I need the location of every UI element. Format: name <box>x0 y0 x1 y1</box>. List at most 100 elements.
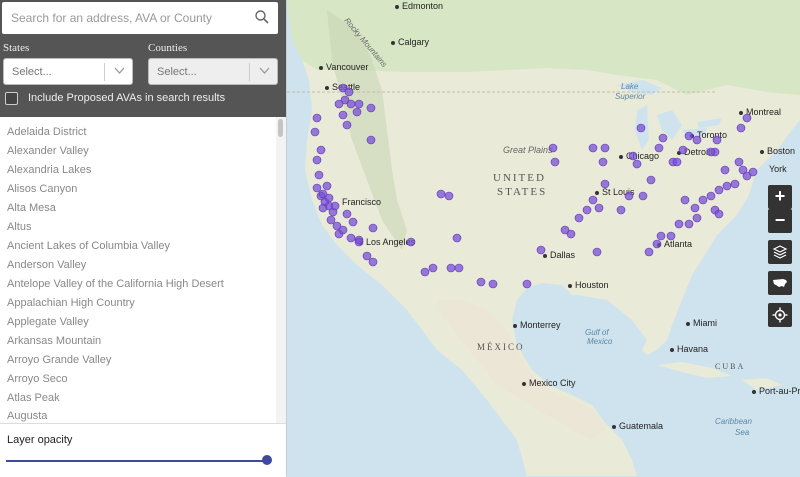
list-item[interactable]: Arroyo Grande Valley <box>7 354 111 366</box>
ava-point-marker[interactable] <box>644 247 654 257</box>
ava-point-marker[interactable] <box>680 195 690 205</box>
ava-point-marker[interactable] <box>452 233 462 243</box>
ava-point-marker[interactable] <box>548 143 558 153</box>
states-select[interactable]: Select... <box>3 58 133 85</box>
ava-point-marker[interactable] <box>352 107 362 117</box>
ava-point-marker[interactable] <box>362 251 372 261</box>
ava-point-marker[interactable] <box>616 205 626 215</box>
ava-point-marker[interactable] <box>722 181 732 191</box>
ava-point-marker[interactable] <box>488 279 498 289</box>
ava-point-marker[interactable] <box>318 203 328 213</box>
ava-point-marker[interactable] <box>588 195 598 205</box>
ava-point-marker[interactable] <box>354 237 364 247</box>
ava-point-marker[interactable] <box>574 213 584 223</box>
ava-point-marker[interactable] <box>312 113 322 123</box>
ava-point-marker[interactable] <box>550 157 560 167</box>
ava-point-marker[interactable] <box>600 143 610 153</box>
ava-point-marker[interactable] <box>706 191 716 201</box>
list-item[interactable]: Applegate Valley <box>7 316 89 328</box>
ava-point-marker[interactable] <box>712 135 722 145</box>
ava-point-marker[interactable] <box>736 123 746 133</box>
ava-point-marker[interactable] <box>312 155 322 165</box>
ava-point-marker[interactable] <box>348 217 358 227</box>
ava-point-marker[interactable] <box>698 195 708 205</box>
ava-point-marker[interactable] <box>706 147 716 157</box>
ava-point-marker[interactable] <box>624 191 634 201</box>
ava-point-marker[interactable] <box>354 99 364 109</box>
zoom-in-button[interactable]: + <box>768 185 792 209</box>
search-input[interactable]: Search for an address, AVA or County <box>2 2 278 34</box>
ava-point-marker[interactable] <box>692 135 702 145</box>
ava-point-marker[interactable] <box>522 279 532 289</box>
ava-point-marker[interactable] <box>316 145 326 155</box>
ava-point-marker[interactable] <box>742 113 752 123</box>
ava-point-marker[interactable] <box>646 175 656 185</box>
ava-point-marker[interactable] <box>666 231 676 241</box>
ava-point-marker[interactable] <box>582 205 592 215</box>
ava-point-marker[interactable] <box>560 225 570 235</box>
ava-point-marker[interactable] <box>720 165 730 175</box>
ava-point-marker[interactable] <box>658 133 668 143</box>
ava-point-marker[interactable] <box>342 209 352 219</box>
ava-point-marker[interactable] <box>454 263 464 273</box>
list-item[interactable]: Arkansas Mountain <box>7 335 101 347</box>
ava-point-marker[interactable] <box>312 183 322 193</box>
ava-point-marker[interactable] <box>420 267 430 277</box>
ava-point-marker[interactable] <box>346 233 356 243</box>
list-item[interactable]: Alisos Canyon <box>7 183 77 195</box>
ava-point-marker[interactable] <box>652 239 662 249</box>
list-item[interactable]: Alta Mesa <box>7 202 56 214</box>
ava-point-marker[interactable] <box>322 181 332 191</box>
ava-point-marker[interactable] <box>444 191 454 201</box>
ava-point-marker[interactable] <box>406 237 416 247</box>
ava-point-marker[interactable] <box>436 189 446 199</box>
ava-point-marker[interactable] <box>342 120 352 130</box>
ava-point-marker[interactable] <box>346 99 356 109</box>
opacity-slider[interactable] <box>6 460 268 462</box>
locate-button[interactable] <box>768 303 792 327</box>
list-item[interactable]: Antelope Valley of the California High D… <box>7 278 224 290</box>
zoom-out-button[interactable]: − <box>768 209 792 233</box>
ava-point-marker[interactable] <box>636 123 646 133</box>
ava-point-marker[interactable] <box>598 157 608 167</box>
ava-point-marker[interactable] <box>338 225 348 235</box>
ava-point-marker[interactable] <box>366 135 376 145</box>
ava-point-marker[interactable] <box>330 201 340 211</box>
ava-point-marker[interactable] <box>714 185 724 195</box>
list-item[interactable]: Appalachian High Country <box>7 297 135 309</box>
ava-point-marker[interactable] <box>692 213 702 223</box>
ava-point-marker[interactable] <box>338 110 348 120</box>
map[interactable]: Edmonton Calgary Vancouver Seattle Rocky… <box>287 0 800 476</box>
ava-point-marker[interactable] <box>638 191 648 201</box>
ava-point-marker[interactable] <box>368 223 378 233</box>
list-item[interactable]: Augusta <box>7 410 47 422</box>
ava-point-marker[interactable] <box>600 179 610 189</box>
usa-extent-button[interactable] <box>768 271 792 295</box>
ava-point-marker[interactable] <box>536 245 546 255</box>
ava-point-marker[interactable] <box>714 209 724 219</box>
opacity-slider-thumb[interactable] <box>262 455 272 465</box>
ava-point-marker[interactable] <box>588 143 598 153</box>
ava-point-marker[interactable] <box>326 215 336 225</box>
proposed-avas-checkbox[interactable] <box>5 92 18 105</box>
ava-point-marker[interactable] <box>366 103 376 113</box>
search-icon[interactable] <box>254 9 270 25</box>
ava-point-marker[interactable] <box>368 257 378 267</box>
list-item[interactable]: Alexandria Lakes <box>7 164 91 176</box>
ava-point-marker[interactable] <box>446 263 456 273</box>
ava-point-marker[interactable] <box>672 157 682 167</box>
ava-point-marker[interactable] <box>684 219 694 229</box>
layers-button[interactable] <box>768 240 792 264</box>
ava-point-marker[interactable] <box>594 203 604 213</box>
ava-point-marker[interactable] <box>314 170 324 180</box>
ava-point-marker[interactable] <box>656 231 666 241</box>
ava-point-marker[interactable] <box>654 143 664 153</box>
list-item[interactable]: Adelaida District <box>7 126 86 138</box>
list-item[interactable]: Altus <box>7 221 31 233</box>
ava-point-marker[interactable] <box>310 127 320 137</box>
ava-point-marker[interactable] <box>730 179 740 189</box>
ava-point-marker[interactable] <box>428 263 438 273</box>
ava-point-marker[interactable] <box>632 159 642 169</box>
ava-point-marker[interactable] <box>690 203 700 213</box>
counties-select[interactable]: Select... <box>148 58 278 85</box>
